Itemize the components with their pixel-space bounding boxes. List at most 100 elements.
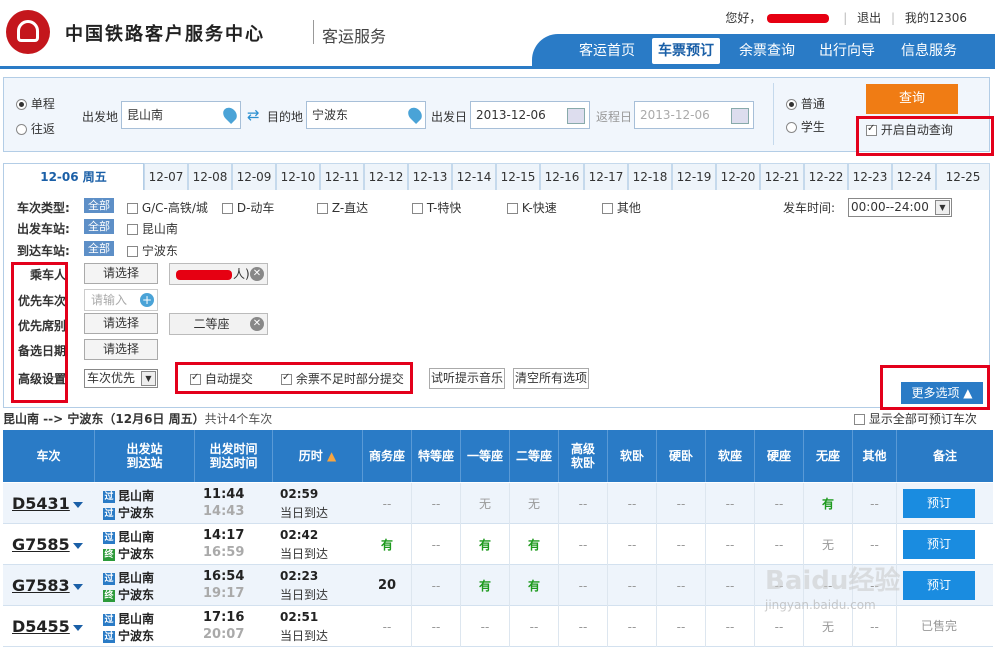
date-tab[interactable]: 12-20 xyxy=(716,163,760,190)
add-icon[interactable]: + xyxy=(140,293,154,307)
close-icon[interactable]: ✕ xyxy=(250,317,264,331)
nav-info-service[interactable]: 信息服务 xyxy=(894,38,964,64)
roundtrip-radio[interactable]: 往返 xyxy=(16,120,55,137)
test-music-button[interactable]: 试听提示音乐 xyxy=(429,368,505,389)
date-tab[interactable]: 12-07 xyxy=(144,163,188,190)
train-number[interactable]: G7583 xyxy=(12,576,70,595)
train-type-all-button[interactable]: 全部 xyxy=(84,198,114,213)
date-tab-active[interactable]: 12-06 周五 xyxy=(3,163,144,190)
dep-time-select[interactable]: 00:00--24:00 ▼ xyxy=(848,198,952,217)
duration: 02:42 xyxy=(280,528,319,542)
from-station-checkbox[interactable]: 昆山南 xyxy=(127,220,178,237)
date-tab[interactable]: 12-08 xyxy=(188,163,232,190)
date-tab[interactable]: 12-21 xyxy=(760,163,804,190)
train-number[interactable]: G7585 xyxy=(12,535,70,554)
date-tab[interactable]: 12-24 xyxy=(892,163,936,190)
header: 中国铁路客户服务中心 客运服务 您好， | 退出 | 我的12306 客运首页 … xyxy=(0,0,995,66)
nav-ticket-booking[interactable]: 车票预订 xyxy=(652,38,720,64)
from-station: 过昆山南 xyxy=(103,612,155,626)
advanced-select[interactable]: 车次优先 ▼ xyxy=(84,369,158,388)
from-station: 过昆山南 xyxy=(103,489,155,503)
date-tab[interactable]: 12-15 xyxy=(496,163,540,190)
date-tab[interactable]: 12-12 xyxy=(364,163,408,190)
highlight-box-labels xyxy=(11,262,68,403)
chevron-down-icon[interactable] xyxy=(73,584,83,590)
student-radio[interactable]: 学生 xyxy=(786,118,825,135)
col-first: 一等座 xyxy=(461,430,510,482)
book-button[interactable]: 预订 xyxy=(903,530,975,559)
col-adv-soft-sleeper: 高级 软卧 xyxy=(559,430,608,482)
date-input[interactable]: 2013-12-06 xyxy=(470,101,590,129)
chevron-down-icon[interactable] xyxy=(73,543,83,549)
type-d-checkbox[interactable]: D-动车 xyxy=(222,199,274,216)
nav-home[interactable]: 客运首页 xyxy=(572,38,642,64)
arrival-day: 当日到达 xyxy=(280,506,329,520)
col-duration[interactable]: 历时 ▲ xyxy=(273,430,363,482)
table-row: G7585 过昆山南 终宁波东 14:17 16:59 02:42 当日到达 有… xyxy=(3,524,993,565)
logout-link[interactable]: 退出 xyxy=(857,11,881,25)
col-stations[interactable]: 出发站 到达站 xyxy=(95,430,195,482)
type-z-checkbox[interactable]: Z-直达 xyxy=(317,199,368,216)
col-times[interactable]: 出发时间 到达时间 xyxy=(195,430,273,482)
col-other: 其他 xyxy=(853,430,897,482)
seat-choose-button[interactable]: 请选择 xyxy=(84,313,158,334)
seat-soft-seat: -- xyxy=(706,483,755,524)
nav-travel-guide[interactable]: 出行向导 xyxy=(812,38,882,64)
backup-date-choose-button[interactable]: 请选择 xyxy=(84,339,158,360)
railway-logo-icon xyxy=(6,10,50,54)
date-tab[interactable]: 12-14 xyxy=(452,163,496,190)
calendar-icon[interactable] xyxy=(731,108,749,124)
from-label: 出发地 xyxy=(82,110,119,124)
book-button[interactable]: 预订 xyxy=(903,571,975,600)
to-station-checkbox[interactable]: 宁波东 xyxy=(127,242,178,259)
from-station-all-button[interactable]: 全部 xyxy=(84,219,114,234)
to-station-all-button[interactable]: 全部 xyxy=(84,241,114,256)
seat-soft-sleeper: -- xyxy=(608,565,657,606)
passenger-choose-button[interactable]: 请选择 xyxy=(84,263,158,284)
date-tab[interactable]: 12-09 xyxy=(232,163,276,190)
col-soft-seat: 软座 xyxy=(706,430,755,482)
arrival-day: 当日到达 xyxy=(280,629,329,643)
return-date-input[interactable]: 2013-12-06 xyxy=(634,101,754,129)
normal-radio[interactable]: 普通 xyxy=(786,95,825,112)
seat-no-seat: 有 xyxy=(804,483,853,524)
calendar-icon[interactable] xyxy=(567,108,585,124)
from-input[interactable]: 昆山南 xyxy=(121,101,241,129)
date-tab[interactable]: 12-23 xyxy=(848,163,892,190)
baidu-watermark: Baidu经验 xyxy=(765,566,901,596)
chevron-down-icon[interactable] xyxy=(73,625,83,631)
type-gc-checkbox[interactable]: G/C-高铁/城 xyxy=(127,199,208,216)
query-divider xyxy=(773,83,774,145)
to-input[interactable]: 宁波东 xyxy=(306,101,426,129)
date-tab[interactable]: 12-19 xyxy=(672,163,716,190)
date-tab[interactable]: 12-25 xyxy=(936,163,990,190)
date-tab[interactable]: 12-10 xyxy=(276,163,320,190)
my12306-link[interactable]: 我的12306 xyxy=(905,11,967,25)
date-tab[interactable]: 12-17 xyxy=(584,163,628,190)
date-tab[interactable]: 12-13 xyxy=(408,163,452,190)
from-station: 过昆山南 xyxy=(103,530,155,544)
oneway-radio[interactable]: 单程 xyxy=(16,95,55,112)
seat-no-seat: 无 xyxy=(804,524,853,565)
seat-soft-seat: -- xyxy=(706,524,755,565)
search-button[interactable]: 查询 xyxy=(866,84,958,114)
clear-all-button[interactable]: 清空所有选项 xyxy=(513,368,589,389)
date-tab[interactable]: 12-11 xyxy=(320,163,364,190)
close-icon[interactable]: ✕ xyxy=(250,267,264,281)
show-all-checkbox[interactable]: 显示全部可预订车次 xyxy=(854,410,977,427)
date-tab[interactable]: 12-16 xyxy=(540,163,584,190)
type-other-checkbox[interactable]: 其他 xyxy=(602,199,641,216)
nav-remaining-tickets[interactable]: 余票查询 xyxy=(732,38,802,64)
type-k-checkbox[interactable]: K-快速 xyxy=(507,199,557,216)
swap-icon[interactable]: ⇄ xyxy=(247,106,260,124)
seat-second: 无 xyxy=(510,483,559,524)
date-tab[interactable]: 12-22 xyxy=(804,163,848,190)
type-t-checkbox[interactable]: T-特快 xyxy=(412,199,461,216)
priority-train-input[interactable]: 请输入 + xyxy=(84,289,158,311)
train-number[interactable]: D5455 xyxy=(12,617,70,636)
book-button[interactable]: 预订 xyxy=(903,489,975,518)
to-station: 终宁波东 xyxy=(103,547,155,561)
train-number[interactable]: D5431 xyxy=(12,494,70,513)
chevron-down-icon[interactable] xyxy=(73,502,83,508)
date-tab[interactable]: 12-18 xyxy=(628,163,672,190)
